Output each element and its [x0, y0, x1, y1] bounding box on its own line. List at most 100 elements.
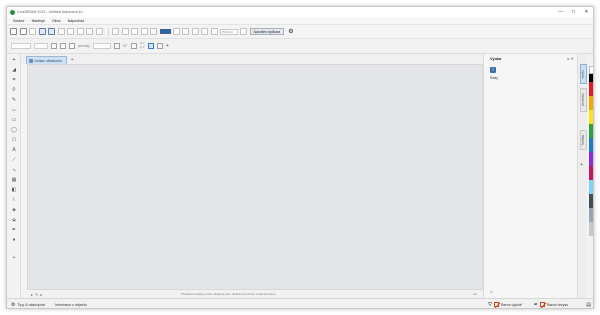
hints-icon[interactable]: ? [490, 67, 496, 73]
docker-tabs: Výuka Vlastnosti Objekty + [577, 54, 587, 298]
tab-learn[interactable]: Výuka [579, 64, 587, 84]
pick-tool-icon[interactable]: ⌖ [11, 57, 18, 63]
nudge-distance-field[interactable]: 0,1" 0,1" [140, 42, 145, 49]
parallel-dimension-icon[interactable]: ⟋ [11, 157, 18, 163]
full-screen-icon[interactable] [172, 28, 180, 35]
paste-icon[interactable] [95, 28, 103, 35]
shape-tool-icon[interactable]: ◢ [11, 67, 18, 73]
tab-welcome-screen[interactable]: Uvítací obrazovka [26, 56, 67, 64]
new-document-icon[interactable] [10, 28, 17, 35]
palette-swatch[interactable] [588, 166, 593, 180]
cut-icon[interactable] [76, 28, 84, 35]
palette-flyout-icon[interactable]: ▸ [31, 292, 33, 297]
app-launcher-button[interactable]: Spouštěcí aplikace [249, 28, 285, 35]
palette-swatch[interactable] [588, 222, 593, 236]
close-x-icon[interactable] [156, 43, 163, 49]
redo-icon[interactable] [121, 28, 129, 35]
menu-tools[interactable]: Nástroje [32, 19, 45, 23]
import-image-icon[interactable] [140, 28, 148, 35]
outline-pen-icon[interactable]: ✒ [11, 227, 18, 233]
grid-icon[interactable] [191, 28, 199, 35]
options-icon[interactable] [240, 28, 247, 35]
copy-icon[interactable] [86, 28, 93, 35]
outline-color-indicator[interactable]: ✒ Barva obrysu [534, 302, 568, 308]
add-docker-icon[interactable]: + [580, 162, 583, 168]
new-tab-icon[interactable]: + [71, 56, 74, 64]
tab-objects[interactable]: Objekty [579, 130, 587, 150]
page-dimensions-field[interactable] [34, 43, 48, 49]
rectangle-tool-icon[interactable]: ▭ [11, 117, 18, 123]
connector-tool-icon[interactable]: ⤷ [11, 167, 18, 173]
tips-item[interactable]: ⚙ Tipy & nástrojové [11, 302, 45, 308]
palette-swatch[interactable] [588, 138, 593, 152]
fill-bucket-icon[interactable]: ♦ [11, 237, 18, 243]
units-dropdown[interactable]: jednotky [78, 44, 90, 48]
snap-dropdown[interactable]: Přichytit [220, 28, 238, 35]
add-icon[interactable]: + [166, 43, 169, 49]
gear-icon[interactable]: ⚙ [288, 28, 293, 35]
palette-swatch[interactable] [588, 152, 593, 166]
palette-swatch[interactable] [588, 66, 593, 74]
artistic-media-icon[interactable]: 〰 [11, 107, 18, 114]
publish-pdf-icon[interactable] [67, 28, 74, 35]
save-icon[interactable] [29, 28, 36, 35]
open-folder-icon[interactable] [19, 28, 27, 35]
palette-swatch[interactable] [588, 124, 593, 138]
guidelines-icon[interactable] [201, 28, 208, 35]
close-button[interactable]: ✕ [580, 7, 593, 17]
menu-window[interactable]: Okno [52, 19, 61, 23]
palette-swatch[interactable] [588, 180, 593, 194]
minimize-button[interactable]: — [554, 7, 567, 17]
polygon-tool-icon[interactable]: ⬠ [11, 137, 18, 143]
maximize-button[interactable]: □ [567, 7, 580, 17]
docker-controls-icon[interactable]: ▸ ✕ [568, 56, 574, 61]
palette-manager-icon[interactable]: ▤ [586, 302, 591, 308]
color-eyedropper-icon[interactable]: ⌇ [11, 197, 18, 203]
tab-properties[interactable]: Vlastnosti [579, 88, 587, 112]
snap-icon[interactable] [210, 28, 218, 35]
portrait-icon[interactable] [51, 43, 57, 49]
standard-toolbar: Přichytit Spouštěcí aplikace ⚙ [7, 24, 593, 38]
document-tab-strip: Uvítací obrazovka + [21, 54, 483, 64]
page-size-dropdown[interactable] [11, 43, 31, 49]
palette-options-icon[interactable]: ▸ [40, 292, 42, 297]
menu-file[interactable]: Soubor [13, 19, 25, 23]
learn-home-icon[interactable]: ⌂ [490, 289, 493, 295]
ellipse-tool-icon[interactable]: ◯ [11, 127, 18, 133]
transparency-tool-icon[interactable]: ◧ [11, 187, 18, 193]
drawing-canvas[interactable] [27, 64, 483, 290]
eyedropper-icon[interactable]: ✎ [35, 292, 38, 297]
all-pages-icon[interactable] [69, 43, 75, 49]
fill-color-label: Barva výplně [501, 302, 522, 307]
smart-fill-icon[interactable]: ⬙ [11, 217, 18, 223]
edit-page-icon[interactable] [147, 43, 154, 49]
units-field[interactable] [92, 43, 111, 49]
text-tool-icon[interactable]: A [11, 147, 18, 153]
menu-bar: Soubor Nástroje Okno Nápověda [7, 17, 593, 24]
export-image-icon[interactable] [150, 28, 157, 35]
palette-swatch[interactable] [588, 110, 593, 124]
undo-icon[interactable] [112, 28, 119, 35]
drop-shadow-icon[interactable]: ▦ [11, 177, 18, 183]
zoom-level-field[interactable] [159, 29, 171, 34]
export-icon[interactable] [48, 28, 55, 35]
palette-swatch[interactable] [588, 74, 593, 82]
palette-swatch[interactable] [588, 208, 593, 222]
rotation-angle-field[interactable]: 90° [123, 44, 128, 48]
freehand-tool-icon[interactable]: ✎ [11, 97, 18, 103]
menu-help[interactable]: Nápověda [68, 19, 84, 23]
import-icon[interactable] [38, 28, 46, 35]
interactive-fill-icon[interactable]: ◈ [11, 207, 18, 213]
search-content-icon[interactable] [131, 28, 138, 35]
rulers-icon[interactable] [182, 28, 189, 35]
palette-scroll-icon[interactable]: ◂ ▸ [447, 292, 477, 296]
fill-color-indicator[interactable]: ⛛ Barva výplně [488, 302, 522, 308]
landscape-icon[interactable] [60, 43, 66, 49]
add-tool-icon[interactable]: + [11, 255, 18, 261]
palette-swatch[interactable] [588, 96, 593, 110]
crop-tool-icon[interactable]: ⌗ [11, 77, 18, 83]
print-icon[interactable] [57, 28, 65, 35]
palette-swatch[interactable] [588, 194, 593, 208]
zoom-tool-icon[interactable]: ⚲ [11, 87, 18, 93]
palette-swatch[interactable] [588, 82, 593, 96]
